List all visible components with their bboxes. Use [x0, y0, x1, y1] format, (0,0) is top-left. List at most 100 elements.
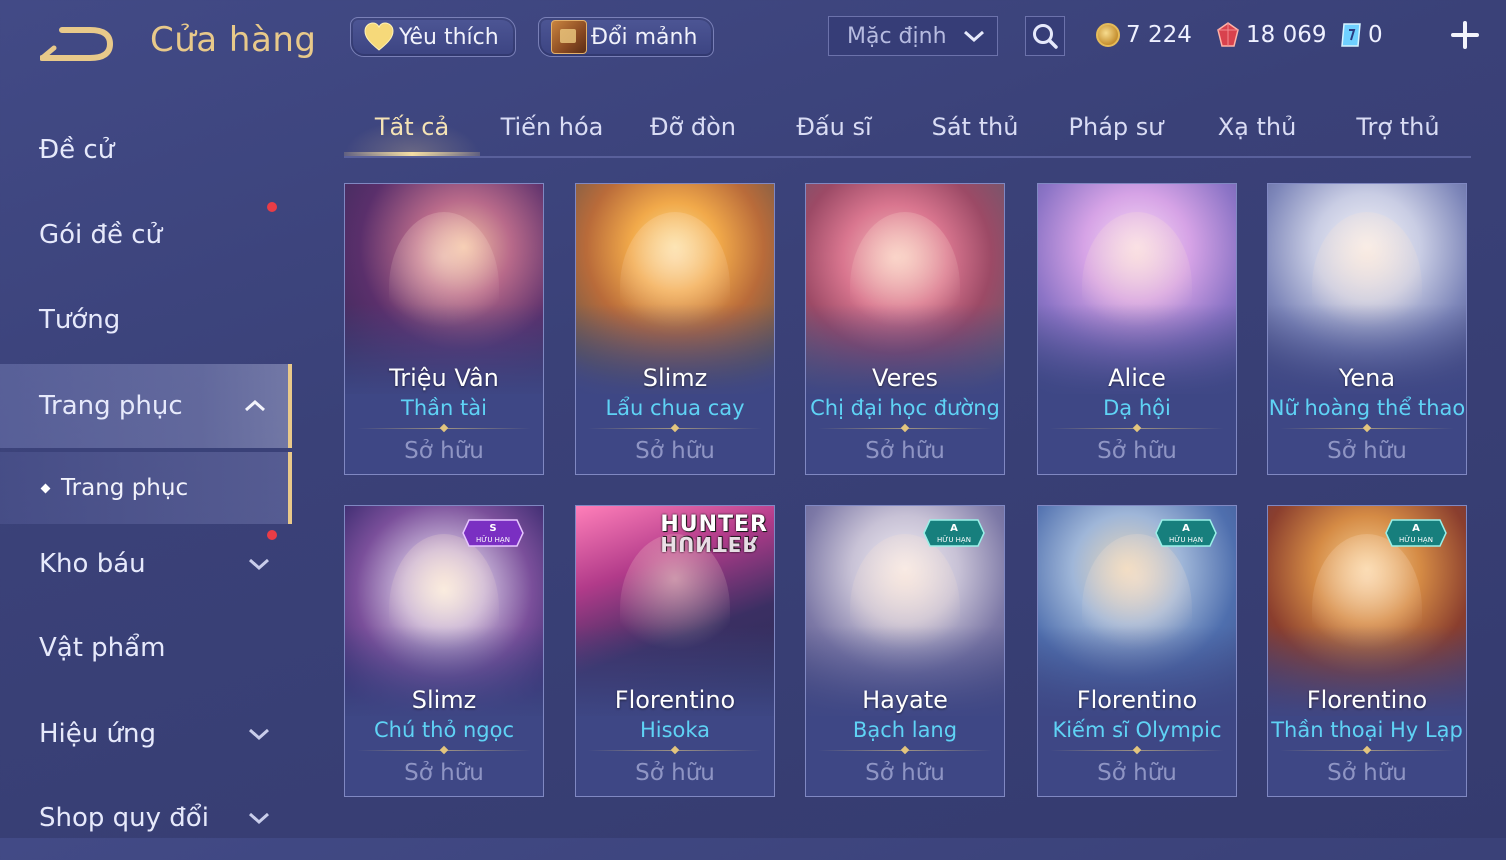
- badge-tier: S: [489, 523, 496, 534]
- skin-card[interactable]: A HỮU HẠN Florentino Thần thoại Hy Lạp S…: [1267, 505, 1467, 797]
- hero-name: Yena: [1338, 364, 1396, 392]
- search-icon: [1033, 24, 1058, 49]
- limited-tier-badge-icon: A HỮU HẠN: [1385, 519, 1447, 547]
- sidebar-item-items[interactable]: Vật phẩm: [0, 606, 292, 690]
- tab-evolution[interactable]: Tiến hóa: [484, 100, 620, 154]
- tab-fighter[interactable]: Đấu sĩ: [766, 100, 902, 154]
- tab-tank[interactable]: Đỡ đòn: [625, 100, 761, 154]
- hero-name: Veres: [872, 364, 938, 392]
- favorites-button[interactable]: Yêu thích: [350, 17, 516, 57]
- sidebar-item-label: Tướng: [39, 305, 121, 335]
- sidebar-item-recommended-packs[interactable]: Gói đề cử: [0, 193, 292, 277]
- sidebar-item-exchange-shop[interactable]: Shop quy đổi: [0, 776, 292, 860]
- owned-status: Sở hữu: [635, 760, 715, 786]
- hero-name: Florentino: [1076, 686, 1198, 714]
- divider: [1280, 746, 1454, 756]
- tab-support[interactable]: Trợ thủ: [1330, 100, 1466, 154]
- sidebar-subitem-skins[interactable]: Trang phục: [0, 452, 292, 524]
- divider: [588, 746, 762, 756]
- skin-name: Dạ hội: [1103, 396, 1171, 420]
- divider: [1050, 746, 1224, 756]
- owned-status: Sở hữu: [865, 760, 945, 786]
- divider: [1280, 424, 1454, 434]
- tab-assassin[interactable]: Sát thủ: [907, 100, 1043, 154]
- skin-card[interactable]: A HỮU HẠN Hayate Bạch lang Sở hữu: [805, 505, 1005, 797]
- voucher-currency: 0: [1340, 18, 1383, 52]
- hero-name: Triệu Vân: [389, 364, 499, 392]
- add-currency-button[interactable]: [1448, 18, 1482, 52]
- treasure-chest-icon: [551, 20, 587, 54]
- tab-label: Đấu sĩ: [796, 113, 872, 141]
- hero-name: Alice: [1108, 364, 1166, 392]
- sort-dropdown[interactable]: Mặc định: [828, 16, 998, 56]
- sidebar-item-label: Hiệu ứng: [39, 719, 156, 749]
- limited-tier-badge-icon: A HỮU HẠN: [1155, 519, 1217, 547]
- sidebar-item-treasure[interactable]: Kho báu: [0, 522, 292, 606]
- badge-text: HỮU HẠN: [1399, 535, 1433, 544]
- sidebar-item-label: Trang phục: [39, 391, 183, 421]
- divider: [357, 424, 531, 434]
- owned-status: Sở hữu: [635, 438, 715, 464]
- skin-name: Chị đại học đường: [810, 396, 1000, 420]
- exchange-label: Đổi mảnh: [591, 24, 698, 50]
- back-arrow-icon: [39, 27, 114, 61]
- gold-coin-icon: [1096, 23, 1120, 47]
- divider: [818, 746, 992, 756]
- skin-card[interactable]: HUNTER HUNTER Florentino Hisoka Sở hữu: [575, 505, 775, 797]
- limited-tier-badge-icon: A HỮU HẠN: [923, 519, 985, 547]
- chevron-down-icon: [249, 558, 269, 571]
- divider: [357, 746, 531, 756]
- ruby-amount: 18 069: [1246, 22, 1327, 48]
- hero-name: Slimz: [642, 364, 708, 392]
- tab-mage[interactable]: Pháp sư: [1048, 100, 1184, 154]
- exchange-shards-button[interactable]: Đổi mảnh: [538, 17, 715, 57]
- skin-card[interactable]: Triệu Vân Thần tài Sở hữu: [344, 183, 544, 475]
- owned-status: Sở hữu: [1097, 760, 1177, 786]
- heart-icon: [364, 22, 394, 51]
- search-button[interactable]: [1025, 16, 1065, 56]
- chevron-up-icon: [245, 399, 265, 412]
- voucher-amount: 0: [1368, 22, 1383, 48]
- sidebar-item-effects[interactable]: Hiệu ứng: [0, 692, 292, 776]
- chevron-down-icon: [964, 30, 984, 43]
- skin-name: Hisoka: [639, 718, 711, 742]
- owned-status: Sở hữu: [1327, 760, 1407, 786]
- sidebar-item-skins[interactable]: Trang phục: [0, 364, 292, 448]
- tab-label: Pháp sư: [1068, 113, 1164, 141]
- sidebar-item-heroes[interactable]: Tướng: [0, 278, 292, 362]
- skin-card[interactable]: Alice Dạ hội Sở hữu: [1037, 183, 1237, 475]
- diamond-bullet-icon: [40, 483, 51, 493]
- skin-card[interactable]: Veres Chị đại học đường Sở hữu: [805, 183, 1005, 475]
- voucher-icon: [1341, 23, 1361, 47]
- owned-status: Sở hữu: [404, 438, 484, 464]
- chevron-down-icon: [249, 728, 269, 741]
- notification-dot: [267, 202, 277, 212]
- sidebar-item-label: Vật phẩm: [39, 633, 166, 663]
- back-button[interactable]: [39, 26, 116, 62]
- sidebar-item-label: Gói đề cử: [39, 220, 163, 250]
- skin-card[interactable]: A HỮU HẠN Florentino Kiếm sĩ Olympic Sở …: [1037, 505, 1237, 797]
- skin-name: Bạch lang: [852, 718, 958, 742]
- divider: [818, 424, 992, 434]
- tab-label: Trợ thủ: [1356, 113, 1440, 141]
- sidebar-item-recommended[interactable]: Đề cử: [0, 108, 292, 192]
- badge-tier: A: [1182, 523, 1190, 534]
- skin-card[interactable]: Slimz Lẩu chua cay Sở hữu: [575, 183, 775, 475]
- sort-selected-value: Mặc định: [847, 23, 947, 49]
- chevron-down-icon: [249, 812, 269, 825]
- tab-all[interactable]: Tất cả: [344, 100, 480, 154]
- tab-marksman[interactable]: Xạ thủ: [1189, 100, 1325, 154]
- skin-name: Nữ hoàng thể thao: [1268, 396, 1466, 420]
- hero-name: Florentino: [614, 686, 736, 714]
- skin-card[interactable]: Yena Nữ hoàng thể thao Sở hữu: [1267, 183, 1467, 475]
- skin-name: Thần thoại Hy Lạp: [1271, 718, 1463, 742]
- sidebar-item-label: Kho báu: [39, 549, 146, 579]
- skin-name: Kiếm sĩ Olympic: [1052, 718, 1222, 742]
- badge-text: HỮU HẠN: [476, 535, 510, 544]
- plus-icon: [1451, 21, 1479, 49]
- skin-name: Chú thỏ ngọc: [373, 718, 515, 742]
- skin-name: Lẩu chua cay: [605, 396, 745, 420]
- tab-label: Tiến hóa: [500, 113, 604, 141]
- skin-card[interactable]: S HỮU HẠN Slimz Chú thỏ ngọc Sở hữu: [344, 505, 544, 797]
- divider: [1050, 424, 1224, 434]
